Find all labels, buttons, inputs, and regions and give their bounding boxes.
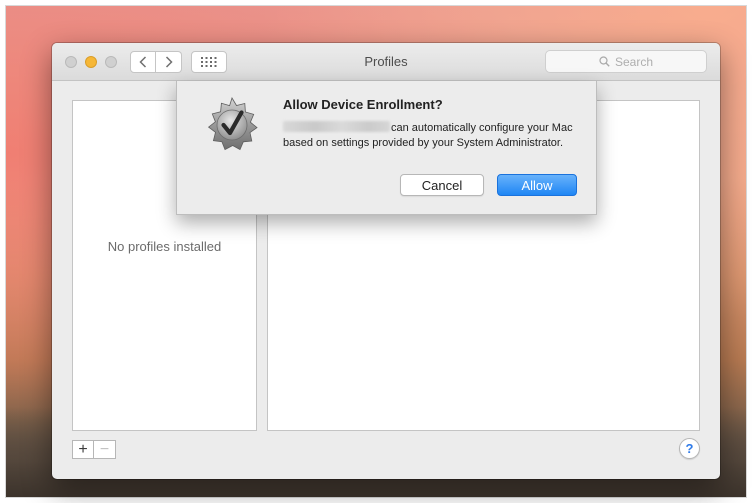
- checkmark-seal-icon: [207, 97, 258, 151]
- allow-button[interactable]: Allow: [497, 174, 577, 196]
- title-bar: Profiles Search: [52, 43, 720, 81]
- help-button[interactable]: ?: [679, 438, 700, 459]
- enrollment-dialog: Allow Device Enrollment? can automatical…: [176, 81, 597, 215]
- dialog-message: can automatically configure your Mac bas…: [283, 121, 583, 151]
- add-profile-button[interactable]: +: [72, 440, 94, 459]
- cancel-button[interactable]: Cancel: [400, 174, 484, 196]
- empty-state-message: No profiles installed: [107, 239, 222, 254]
- search-field[interactable]: Search: [545, 50, 707, 73]
- dialog-title: Allow Device Enrollment?: [283, 97, 443, 112]
- search-placeholder: Search: [614, 54, 654, 69]
- search-icon: [599, 56, 610, 67]
- remove-profile-button[interactable]: −: [94, 440, 116, 459]
- redacted-organization-name: [283, 121, 390, 132]
